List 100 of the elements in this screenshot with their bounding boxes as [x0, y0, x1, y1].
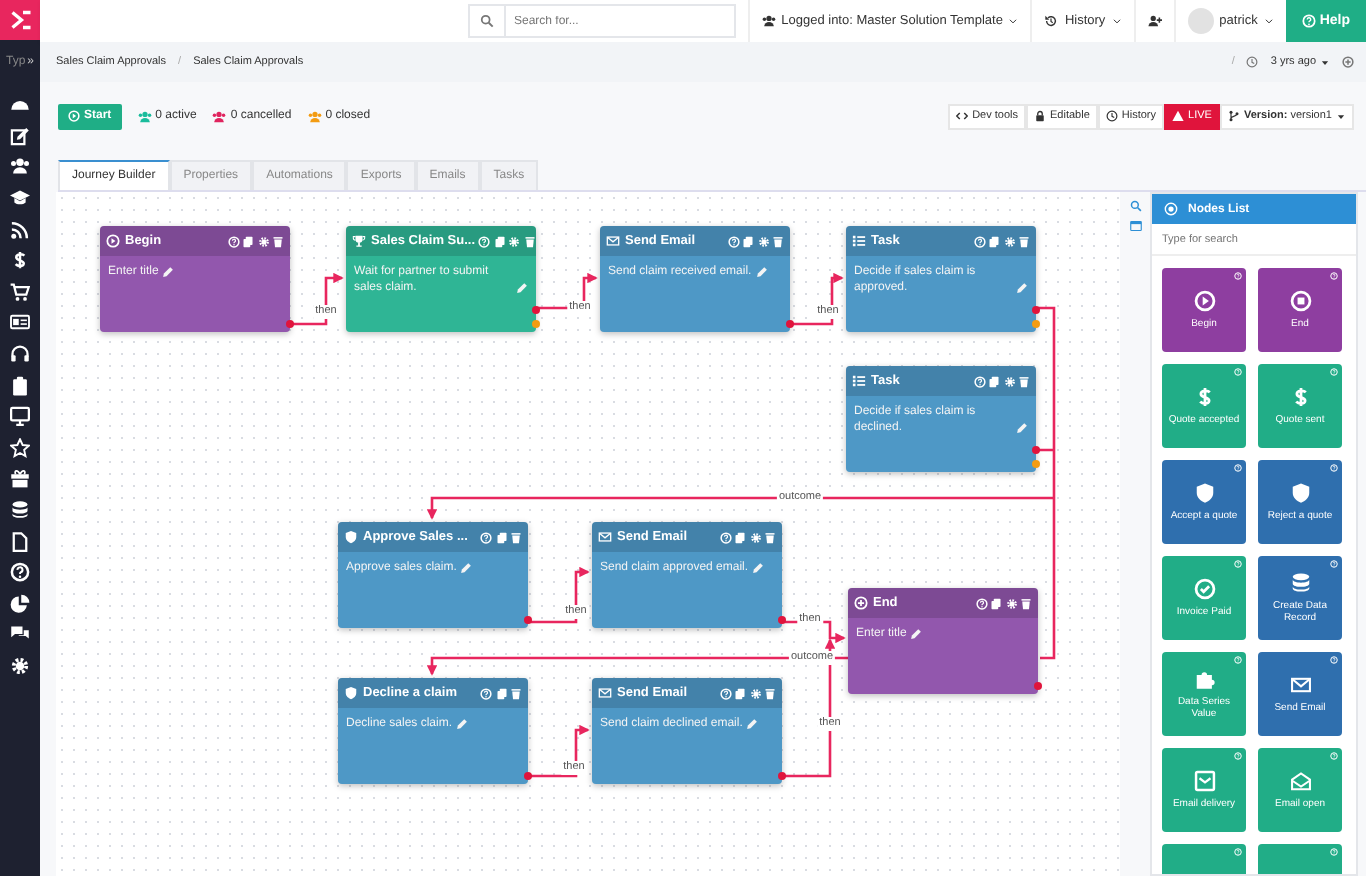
output-port[interactable] — [778, 616, 786, 624]
help-icon[interactable] — [227, 235, 239, 247]
trash-icon[interactable] — [772, 235, 784, 247]
dollar-icon — [1193, 386, 1215, 408]
trophy-icon — [352, 234, 366, 248]
pencil-icon[interactable] — [910, 628, 923, 640]
clock-icon — [1105, 110, 1118, 122]
output-port[interactable] — [786, 320, 794, 328]
database-icon[interactable] — [10, 499, 30, 520]
branch-icon — [1227, 110, 1240, 122]
copy-icon[interactable] — [988, 235, 1000, 247]
search-icon[interactable] — [1129, 200, 1141, 212]
plus-icon[interactable] — [1342, 56, 1354, 68]
pie-chart-icon[interactable] — [10, 593, 30, 614]
pencil-icon[interactable] — [746, 718, 759, 730]
trash-icon[interactable] — [1020, 597, 1032, 609]
trash-icon[interactable] — [1018, 235, 1030, 247]
envelope-icon — [598, 530, 612, 544]
logo-icon — [8, 8, 32, 32]
copy-icon[interactable] — [242, 235, 254, 247]
trash-icon[interactable] — [1018, 375, 1030, 387]
settings-icon[interactable] — [1005, 597, 1017, 609]
settings-icon[interactable] — [257, 235, 269, 247]
pencil-icon[interactable] — [755, 266, 768, 278]
copy-icon[interactable] — [990, 597, 1002, 609]
connector-line — [290, 272, 344, 326]
copy-icon[interactable] — [734, 531, 746, 543]
window-icon[interactable] — [1129, 220, 1141, 232]
trash-icon[interactable] — [510, 687, 522, 699]
users-icon — [761, 14, 776, 28]
search-button[interactable] — [468, 4, 506, 38]
trash-icon[interactable] — [523, 235, 536, 247]
envelope-icon — [598, 686, 612, 700]
settings-icon[interactable] — [10, 655, 30, 676]
trash-icon[interactable] — [764, 687, 776, 699]
gift-icon[interactable] — [10, 468, 30, 489]
clipboard-icon[interactable] — [10, 375, 30, 396]
output-port[interactable] — [286, 320, 294, 328]
monitor-icon[interactable] — [10, 406, 30, 427]
avatar — [1187, 8, 1214, 34]
caret-icon — [1111, 16, 1122, 26]
envelope-icon — [1193, 770, 1215, 792]
clock-icon — [1246, 56, 1259, 68]
plus-icon — [854, 596, 868, 610]
copy-icon[interactable] — [495, 531, 507, 543]
envelope-icon — [606, 234, 620, 248]
stop-icon — [1289, 290, 1311, 312]
add-user-icon — [1147, 14, 1162, 28]
warning-icon — [1172, 110, 1185, 122]
copy-icon[interactable] — [493, 235, 506, 247]
logo[interactable] — [0, 0, 40, 40]
help-icon[interactable] — [975, 597, 987, 609]
envelope-icon — [1289, 674, 1311, 696]
copy-icon[interactable] — [742, 235, 754, 247]
output-port[interactable] — [778, 772, 786, 780]
copy-icon[interactable] — [988, 375, 1000, 387]
connector-line — [526, 724, 590, 778]
caret-icon — [1263, 16, 1274, 26]
pencil-icon[interactable] — [752, 562, 765, 574]
pencil-icon[interactable] — [516, 282, 528, 294]
trash-icon[interactable] — [764, 531, 776, 543]
trash-icon[interactable] — [510, 531, 522, 543]
database-icon — [1289, 572, 1311, 594]
copy-icon[interactable] — [495, 687, 507, 699]
id-card-icon[interactable] — [10, 312, 30, 333]
history-icon — [1044, 14, 1059, 28]
play-icon — [1193, 290, 1215, 312]
output-port[interactable] — [524, 772, 532, 780]
edit-icon[interactable] — [10, 125, 30, 146]
target-icon — [1164, 202, 1178, 216]
rss-icon[interactable] — [10, 219, 30, 240]
open-envelope-icon — [1289, 770, 1311, 792]
file-icon[interactable] — [10, 531, 30, 551]
pencil-icon[interactable] — [460, 562, 473, 574]
list-icon — [852, 234, 866, 248]
star-icon[interactable] — [10, 437, 30, 458]
graduation-cap-icon[interactable] — [10, 187, 30, 208]
output-port[interactable] — [1034, 682, 1042, 690]
dollar-icon — [1289, 386, 1311, 408]
cart-icon[interactable] — [10, 281, 30, 302]
users-icon[interactable] — [10, 156, 30, 177]
search-icon — [480, 14, 494, 28]
headset-icon[interactable] — [10, 343, 30, 364]
shield-icon — [1193, 482, 1215, 504]
pencil-icon[interactable] — [1016, 422, 1028, 434]
puzzle-icon — [1193, 668, 1215, 690]
output-port[interactable] — [524, 616, 532, 624]
pencil-icon[interactable] — [1016, 282, 1028, 294]
check-icon — [1193, 578, 1215, 600]
shield-icon — [1289, 482, 1311, 504]
shield-icon — [344, 530, 358, 544]
trash-icon[interactable] — [272, 235, 284, 247]
help-icon[interactable] — [10, 562, 30, 583]
list-icon — [852, 374, 866, 388]
pencil-icon[interactable] — [162, 266, 175, 278]
play-icon — [106, 234, 120, 248]
pencil-icon[interactable] — [456, 718, 469, 730]
dollar-icon[interactable] — [10, 250, 30, 271]
code-icon — [956, 110, 969, 122]
copy-icon[interactable] — [734, 687, 746, 699]
